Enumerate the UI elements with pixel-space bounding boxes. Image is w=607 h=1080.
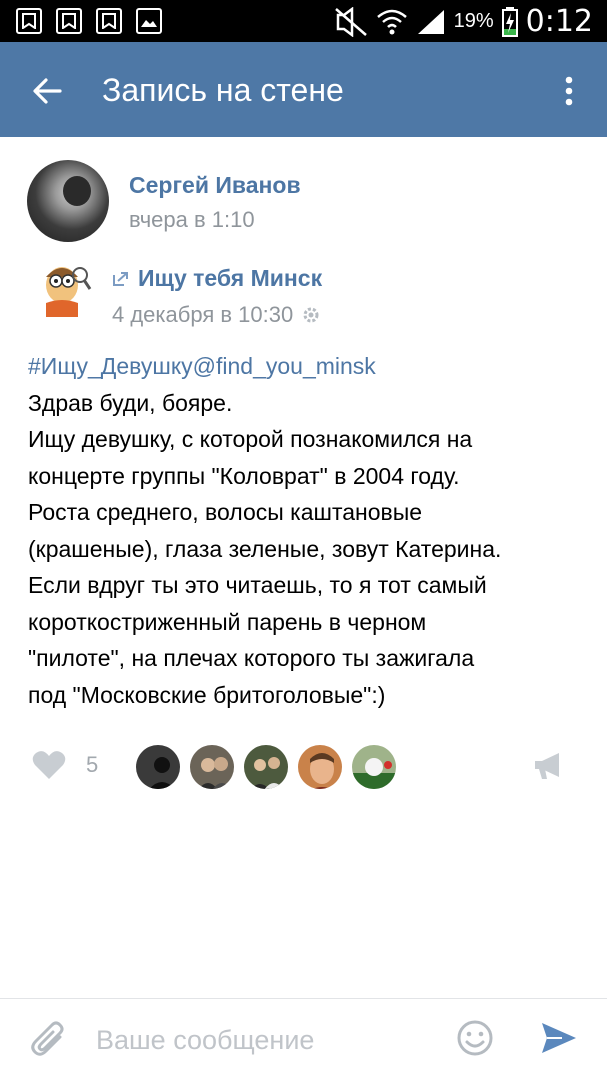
arrow-left-icon	[33, 78, 62, 104]
app-bar: Запись на стене	[0, 42, 607, 137]
image-notification-icon	[136, 8, 162, 34]
message-input[interactable]	[96, 1023, 436, 1057]
avatar-silhouette	[63, 176, 91, 206]
page-title: Запись на стене	[102, 72, 344, 108]
post-text-line: короткостриженный парень в черном	[28, 608, 427, 635]
post-text-line: Роста среднего, волосы каштановые	[28, 499, 423, 525]
post-text: Здрав буди, бояре. Ищу девушку, с которо…	[28, 385, 588, 714]
share-button[interactable]	[533, 752, 563, 785]
notification-icon	[56, 8, 82, 34]
wifi-icon	[376, 9, 407, 34]
likers-avatars[interactable]	[134, 743, 398, 791]
emoji-button[interactable]	[456, 1019, 494, 1062]
back-button[interactable]	[22, 66, 72, 116]
repost-icon	[113, 271, 128, 286]
battery-charging-icon	[501, 6, 518, 37]
attach-button[interactable]	[30, 1021, 66, 1064]
author-name[interactable]: Сергей Иванов	[129, 172, 301, 199]
notification-icon	[96, 8, 122, 34]
post-text-line: Если вдруг ты это читаешь, то я тот самы…	[28, 572, 487, 598]
notification-icon	[16, 8, 42, 34]
post-text-line: концерте группы "Коловрат" в 2004 году.	[28, 462, 460, 489]
liker-avatar[interactable]	[242, 743, 290, 791]
status-system: 19% 0:12	[334, 4, 593, 39]
post-text-line: Ищу девушку, с которой познакомился на	[28, 426, 473, 452]
status-bar: 19% 0:12	[0, 0, 607, 42]
author-avatar[interactable]	[27, 160, 109, 242]
post-hashtag[interactable]: #Ищу_Девушку@find_you_minsk	[28, 348, 588, 385]
post-text-line: "пилоте", на плечах которого ты зажигала	[28, 645, 475, 671]
gear-icon	[303, 307, 319, 323]
mute-icon	[334, 6, 367, 37]
repost-source-avatar[interactable]	[32, 257, 92, 329]
post-time: вчера в 1:10	[129, 207, 255, 232]
more-vertical-icon	[565, 76, 573, 106]
post-text-line: под "Московские бритоголовые":)	[28, 681, 386, 708]
liker-avatar[interactable]	[350, 743, 398, 791]
send-icon	[542, 1023, 576, 1053]
liker-avatar[interactable]	[188, 743, 236, 791]
megaphone-icon	[535, 753, 559, 779]
repost-time: 4 декабря в 10:30	[112, 302, 294, 327]
repost-source-name[interactable]: Ищу тебя Минск	[138, 265, 322, 292]
liker-avatar[interactable]	[134, 743, 182, 791]
battery-percent: 19%	[453, 10, 494, 32]
repost-time-row: 4 декабря в 10:30	[112, 302, 321, 328]
post-actions: 5	[0, 740, 607, 796]
message-composer	[0, 998, 607, 1080]
heart-icon	[32, 751, 66, 779]
signal-icon	[417, 9, 444, 34]
send-button[interactable]	[540, 1021, 578, 1060]
post-text-line: Здрав буди, бояре.	[28, 389, 233, 416]
more-options-button[interactable]	[549, 66, 589, 116]
liker-avatar[interactable]	[296, 743, 344, 791]
paperclip-icon	[31, 1021, 64, 1056]
post-body: #Ищу_Девушку@find_you_minsk Здрав буди, …	[28, 348, 588, 713]
post-text-line: (крашеные), глаза зеленые, зовут Катерин…	[28, 535, 502, 562]
smiley-icon	[457, 1020, 493, 1056]
like-count: 5	[86, 752, 99, 777]
status-notifications	[16, 8, 162, 34]
repost-source[interactable]: Ищу тебя Минск	[112, 265, 322, 292]
clock: 0:12	[525, 4, 593, 39]
like-button[interactable]: 5	[32, 750, 98, 780]
